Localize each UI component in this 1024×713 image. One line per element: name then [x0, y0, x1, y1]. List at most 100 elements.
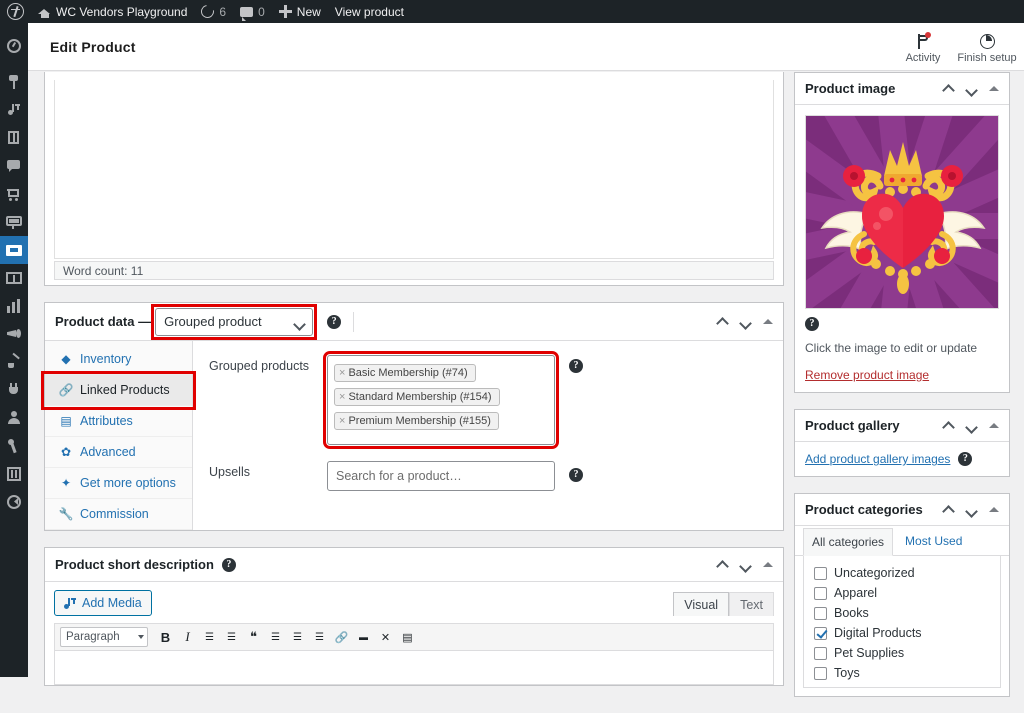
sidebar-item-tools[interactable]	[0, 432, 28, 460]
bulleted-list-button[interactable]: ☰	[200, 627, 219, 647]
tab-get-more-options[interactable]: ✦ Get more options	[45, 468, 192, 499]
move-up-icon[interactable]	[717, 316, 728, 327]
move-up-icon[interactable]	[943, 83, 954, 94]
toolbar-toggle-button[interactable]: ▤	[398, 627, 417, 647]
toggle-panel-icon[interactable]	[989, 507, 999, 512]
description-editor-area[interactable]	[54, 80, 774, 259]
tab-most-used[interactable]: Most Used	[897, 528, 970, 555]
sidebar-item-collapse[interactable]	[0, 488, 28, 516]
product-gallery-help-icon[interactable]: ?	[958, 452, 973, 466]
add-gallery-images-link[interactable]: Add product gallery images	[805, 452, 950, 466]
product-type-select-wrapper[interactable]: Grouped product	[151, 303, 318, 340]
product-image-help-icon[interactable]: ?	[805, 317, 819, 331]
format-select[interactable]: Paragraph	[60, 627, 148, 647]
tab-visual[interactable]: Visual	[673, 592, 730, 616]
move-up-icon[interactable]	[943, 504, 954, 515]
sidebar-item-woocommerce[interactable]	[0, 180, 28, 208]
remove-product-image-link[interactable]: Remove product image	[805, 368, 929, 382]
toggle-panel-icon[interactable]	[989, 86, 999, 91]
short-description-text-area[interactable]	[54, 651, 774, 685]
category-item[interactable]: Uncategorized	[814, 564, 1000, 582]
category-checkbox[interactable]	[814, 666, 827, 680]
upsells-field[interactable]: Search for a product…	[327, 461, 555, 491]
remove-token-icon[interactable]: ×	[339, 367, 345, 379]
inventory-icon: ◆	[61, 352, 71, 366]
bold-button[interactable]: B	[156, 627, 175, 647]
toggle-panel-icon[interactable]	[763, 562, 773, 567]
activity-button[interactable]: Activity	[892, 30, 954, 64]
sidebar-item-marketing[interactable]	[0, 320, 28, 348]
align-center-button[interactable]: ☰	[288, 627, 307, 647]
upsells-help-icon[interactable]: ?	[569, 468, 583, 482]
remove-token-icon[interactable]: ×	[339, 391, 345, 403]
category-item[interactable]: Books	[814, 604, 1000, 622]
tab-commission[interactable]: 🔧 Commission	[45, 499, 192, 530]
category-checkbox[interactable]	[814, 626, 827, 640]
toggle-panel-icon[interactable]	[989, 423, 999, 428]
sidebar-item-pages[interactable]	[0, 124, 28, 152]
sidebar-item-dashboard[interactable]	[0, 32, 28, 60]
category-item[interactable]: Apparel	[814, 584, 1000, 602]
category-item[interactable]: Digital Products	[814, 624, 1000, 642]
tab-attributes[interactable]: ▤ Attributes	[45, 406, 192, 437]
new-content-menu[interactable]: New	[272, 0, 328, 23]
align-left-button[interactable]: ☰	[266, 627, 285, 647]
tab-linked-products[interactable]: 🔗 Linked Products	[41, 371, 196, 410]
add-media-button[interactable]: Add Media	[54, 590, 152, 616]
sidebar-item-posts[interactable]	[0, 68, 28, 96]
align-right-button[interactable]: ☰	[310, 627, 329, 647]
product-type-help-icon[interactable]: ?	[327, 314, 342, 329]
grouped-products-field[interactable]: × Basic Membership (#74) × Standard Member…	[323, 351, 559, 449]
sidebar-item-appearance[interactable]	[0, 348, 28, 376]
move-up-icon[interactable]	[717, 559, 728, 570]
format-select-wrapper[interactable]: Paragraph	[60, 627, 148, 647]
product-token[interactable]: × Basic Membership (#74)	[334, 364, 476, 382]
move-down-icon[interactable]	[740, 316, 751, 327]
view-product-link[interactable]: View product	[328, 0, 411, 23]
read-more-button[interactable]: ▬	[354, 627, 373, 647]
product-type-select[interactable]: Grouped product	[155, 307, 314, 336]
sidebar-item-users[interactable]	[0, 404, 28, 432]
move-down-icon[interactable]	[966, 420, 977, 431]
sidebar-item-settings[interactable]	[0, 460, 28, 488]
blockquote-button[interactable]: ❝	[244, 627, 263, 647]
sidebar-item-analytics[interactable]	[0, 292, 28, 320]
remove-token-icon[interactable]: ×	[339, 415, 345, 427]
product-token[interactable]: × Premium Membership (#155)	[334, 412, 499, 430]
category-checkbox[interactable]	[814, 586, 827, 600]
sidebar-item-payments[interactable]	[0, 264, 28, 292]
sidebar-item-products[interactable]	[0, 236, 36, 264]
short-description-help-icon[interactable]: ?	[221, 557, 236, 572]
move-up-icon[interactable]	[943, 420, 954, 431]
toggle-panel-icon[interactable]	[763, 319, 773, 324]
product-image-thumbnail[interactable]	[805, 115, 999, 309]
category-checkbox[interactable]	[814, 566, 827, 580]
wp-logo-menu[interactable]	[0, 0, 31, 23]
tab-all-categories[interactable]: All categories	[803, 528, 894, 556]
italic-button[interactable]: I	[178, 627, 197, 647]
grouped-products-help-icon[interactable]: ?	[569, 359, 583, 373]
tab-text[interactable]: Text	[729, 592, 774, 616]
tab-inventory[interactable]: ◆ Inventory	[45, 344, 192, 375]
site-name-menu[interactable]: WC Vendors Playground	[31, 0, 194, 23]
move-down-icon[interactable]	[740, 559, 751, 570]
move-down-icon[interactable]	[966, 504, 977, 515]
comments-menu[interactable]: 0	[233, 0, 272, 23]
insert-link-button[interactable]: 🔗	[332, 627, 351, 647]
tab-advanced[interactable]: ✿ Advanced	[45, 437, 192, 468]
sidebar-item-wc-vendors[interactable]	[0, 208, 28, 236]
category-item[interactable]: Toys	[814, 664, 1000, 682]
updates-menu[interactable]: 6	[194, 0, 233, 23]
sidebar-item-plugins[interactable]	[0, 376, 28, 404]
category-checkbox[interactable]	[814, 606, 827, 620]
sidebar-item-comments[interactable]	[0, 152, 28, 180]
category-item[interactable]: Pet Supplies	[814, 644, 1000, 662]
sidebar-item-media[interactable]	[0, 96, 28, 124]
product-token[interactable]: × Standard Membership (#154)	[334, 388, 500, 406]
category-checkbox[interactable]	[814, 646, 827, 660]
finish-setup-button[interactable]: Finish setup	[956, 30, 1018, 64]
numbered-list-button[interactable]: ☰	[222, 627, 241, 647]
wc-admin-header: Edit Product Activity Finish setup	[28, 23, 1024, 71]
move-down-icon[interactable]	[966, 83, 977, 94]
fullscreen-button[interactable]: ✕	[376, 627, 395, 647]
